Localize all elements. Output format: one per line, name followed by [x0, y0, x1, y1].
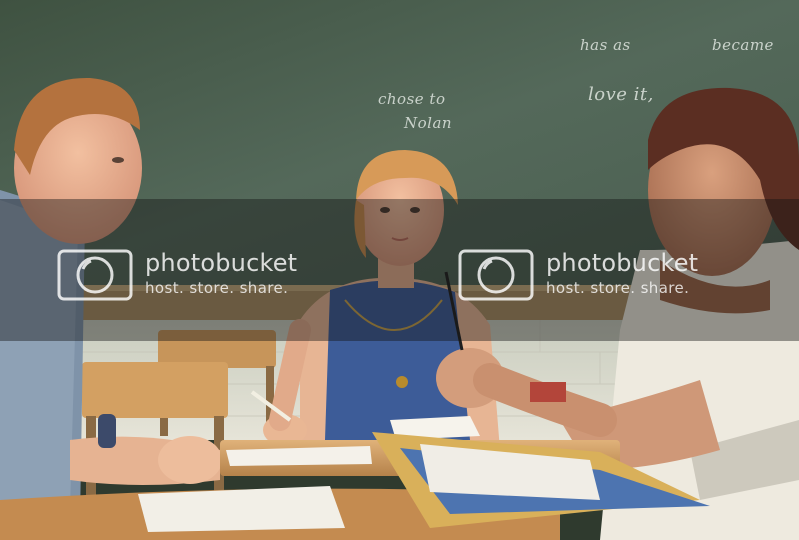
camera-logo-icon: [57, 249, 133, 301]
watermark-left: photobucket host. store. share.: [57, 239, 297, 309]
paper-left: [138, 486, 345, 532]
camera-logo-icon: [458, 249, 534, 301]
red-cup: [530, 382, 566, 402]
chalk-text-2: became: [712, 36, 774, 54]
watermark-tagline: host. store. share.: [546, 279, 690, 297]
watermark-brand: photobucket: [145, 249, 298, 277]
chalk-text-5: Nolan: [404, 114, 453, 132]
chalk-text-1: has as: [580, 36, 631, 54]
watermark-right: photobucket host. store. share.: [458, 239, 698, 309]
chalk-text-3: love it,: [588, 84, 654, 105]
photo-scene: has as became love it, chose to Nolan ph…: [0, 0, 799, 540]
watermark-brand: photobucket: [546, 249, 699, 277]
chalk-text-4: chose to: [378, 90, 446, 108]
watermark-tagline: host. store. share.: [145, 279, 289, 297]
